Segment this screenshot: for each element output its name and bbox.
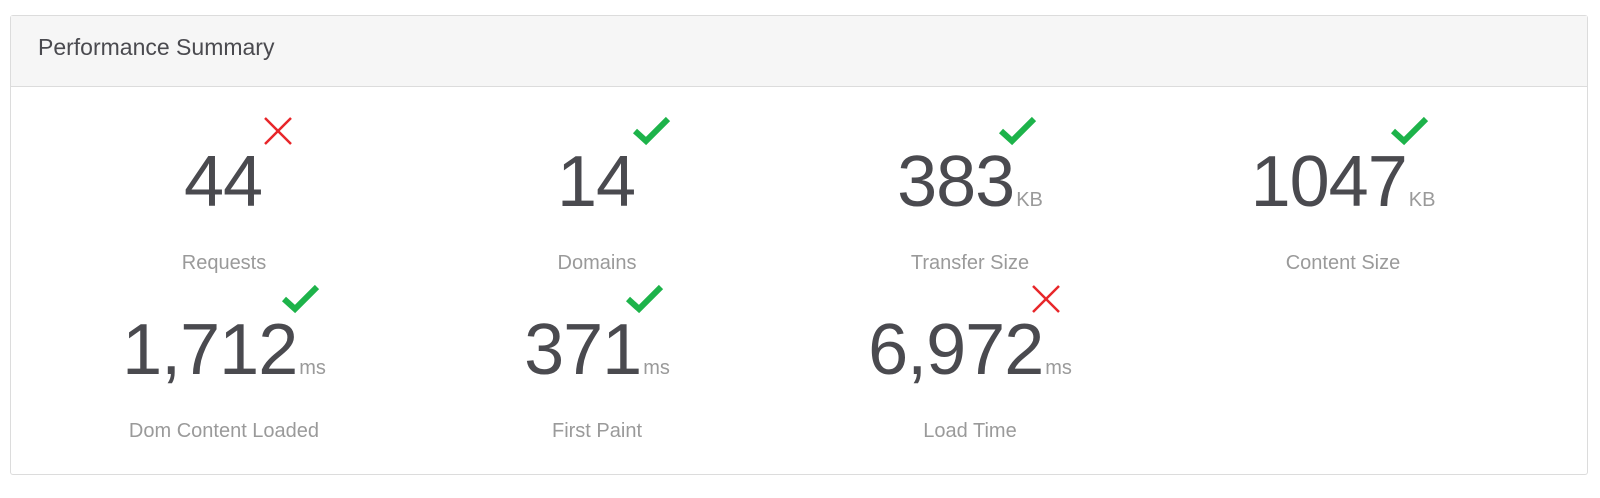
- metric-unit: ms: [1045, 357, 1072, 379]
- metric-unit: ms: [299, 357, 326, 379]
- check-icon: [281, 284, 320, 314]
- metric-domains: 14 Domains: [417, 116, 777, 275]
- metric-label: Requests: [181, 252, 267, 274]
- panel-title: Performance Summary: [38, 33, 275, 60]
- cross-icon: [264, 117, 292, 145]
- metric-requests: 44 Requests: [44, 117, 404, 275]
- performance-summary-panel: Performance Summary 44 Requests 14 Domai…: [10, 15, 1588, 475]
- metric-unit: KB: [1016, 189, 1043, 211]
- metric-load-time: 6,972 ms Load Time: [790, 285, 1150, 443]
- metric-value: 1,712: [122, 310, 298, 390]
- metric-value: 371: [524, 310, 642, 390]
- check-icon: [625, 284, 664, 314]
- metric-unit: KB: [1408, 189, 1436, 211]
- panel-header: Performance Summary: [11, 16, 1587, 87]
- cross-icon: [1032, 285, 1060, 313]
- check-icon: [1391, 116, 1429, 146]
- metric-label: Content Size: [1285, 252, 1401, 274]
- metric-label: Domains: [557, 252, 637, 274]
- metric-transfer-size: 383 KB Transfer Size: [790, 116, 1150, 275]
- metric-value: 383: [897, 142, 1015, 222]
- metric-value-group: 371 ms: [524, 284, 670, 386]
- metric-label: Dom Content Loaded: [128, 420, 320, 442]
- metric-value-group: 1047 KB: [1251, 116, 1436, 218]
- metric-value-group: 383 KB: [897, 116, 1043, 218]
- metric-label: Transfer Size: [910, 252, 1030, 274]
- metric-value-group: 6,972 ms: [868, 285, 1072, 386]
- metric-value: 6,972: [868, 310, 1044, 390]
- metric-content-size: 1047 KB Content Size: [1163, 116, 1523, 275]
- metric-label: Load Time: [923, 420, 1017, 442]
- metric-value-group: 1,712 ms: [122, 284, 326, 386]
- metric-first-paint: 371 ms First Paint: [417, 284, 777, 443]
- metric-unit: ms: [643, 357, 670, 379]
- check-icon: [633, 116, 671, 146]
- metric-value-group: 44: [184, 117, 292, 218]
- metric-label: First Paint: [551, 420, 643, 442]
- metric-value: 14: [556, 142, 636, 222]
- metric-value: 1047: [1250, 142, 1408, 222]
- metric-dom-content-loaded: 1,712 ms Dom Content Loaded: [44, 284, 404, 443]
- metric-value-group: 14: [557, 116, 671, 218]
- check-icon: [998, 116, 1037, 146]
- metric-value: 44: [183, 142, 263, 222]
